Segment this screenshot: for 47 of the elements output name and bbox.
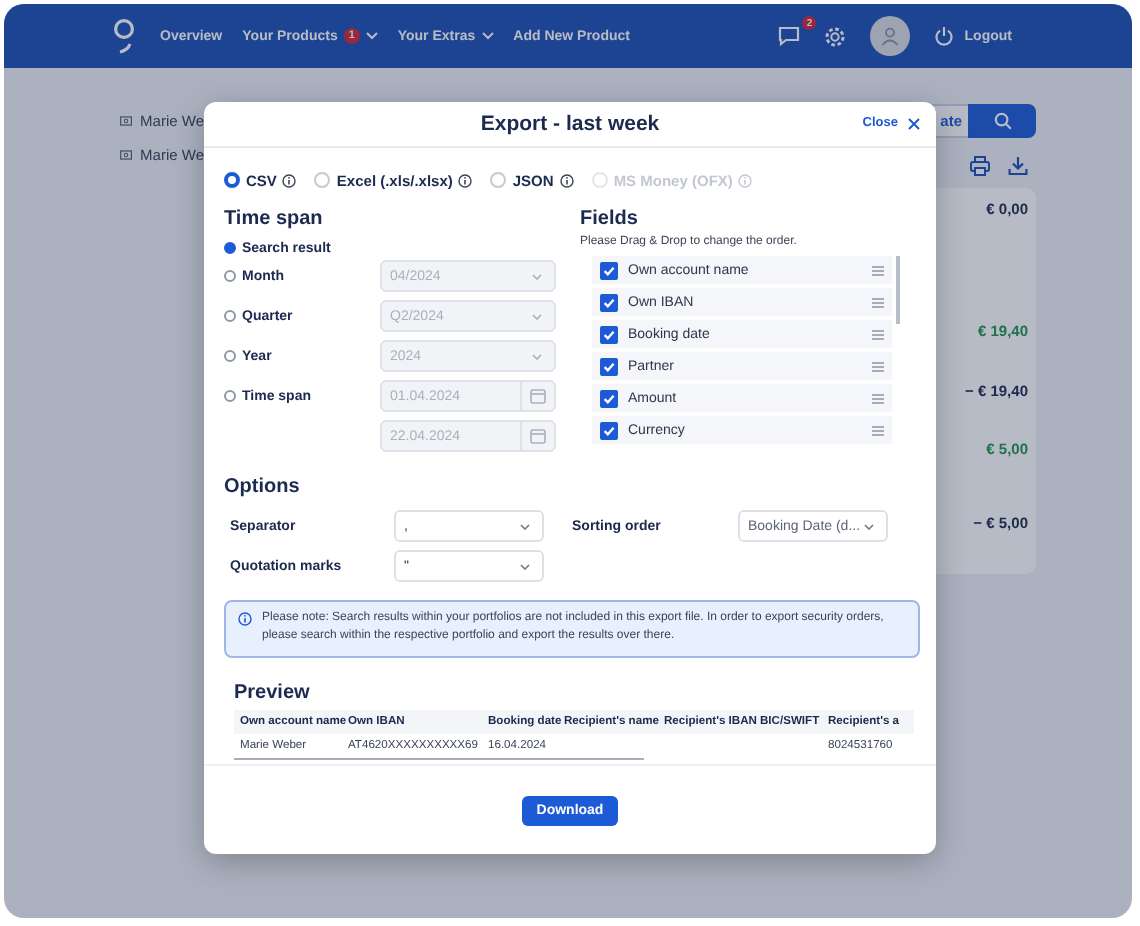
drag-handle-icon[interactable] <box>872 265 884 275</box>
checkbox[interactable] <box>600 357 618 375</box>
search-button[interactable] <box>968 104 1036 138</box>
download-icon[interactable] <box>1008 156 1028 176</box>
print-icon[interactable] <box>970 156 990 176</box>
search-icon <box>993 112 1011 130</box>
chat-icon[interactable] <box>778 26 801 46</box>
checkbox[interactable] <box>600 261 618 279</box>
checkbox[interactable] <box>600 325 618 343</box>
section-heading: Options <box>224 476 302 502</box>
info-icon <box>238 612 252 626</box>
radio-button[interactable] <box>224 310 236 322</box>
radio-button[interactable] <box>224 172 240 188</box>
power-icon <box>934 26 955 46</box>
drag-handle-icon[interactable] <box>872 393 884 403</box>
drag-handle-icon[interactable] <box>872 329 884 339</box>
caret-icon <box>532 353 542 359</box>
checkbox[interactable] <box>600 421 618 439</box>
caret-icon <box>520 523 530 529</box>
scrollbar[interactable] <box>896 256 899 324</box>
dialog-title: Export - last week <box>480 112 660 136</box>
caret-icon <box>532 313 542 319</box>
radio-button[interactable] <box>224 270 236 282</box>
caret-icon <box>520 563 530 569</box>
section-heading: Fields <box>580 208 640 234</box>
checkbox[interactable] <box>600 389 618 407</box>
avatar[interactable] <box>870 16 911 56</box>
close-icon <box>908 117 920 129</box>
caret-icon <box>532 273 542 279</box>
drag-handle-icon[interactable] <box>872 361 884 371</box>
checkbox[interactable] <box>600 293 618 311</box>
caret-icon <box>864 523 874 529</box>
settings-icon[interactable] <box>824 25 847 47</box>
money-icon <box>120 114 133 128</box>
info-icon[interactable] <box>559 173 574 187</box>
drag-handle-icon[interactable] <box>872 425 884 435</box>
radio-button[interactable] <box>224 242 236 254</box>
drag-handle-icon[interactable] <box>872 297 884 307</box>
logo-icon <box>112 18 136 54</box>
scrollbar[interactable] <box>234 757 644 761</box>
radio-button[interactable] <box>224 390 236 402</box>
info-icon[interactable] <box>282 173 297 187</box>
section-heading: Preview <box>234 681 312 708</box>
info-icon[interactable] <box>458 173 473 187</box>
section-heading: Time span <box>224 208 325 234</box>
money-icon <box>120 148 133 162</box>
radio-button[interactable] <box>224 350 236 362</box>
